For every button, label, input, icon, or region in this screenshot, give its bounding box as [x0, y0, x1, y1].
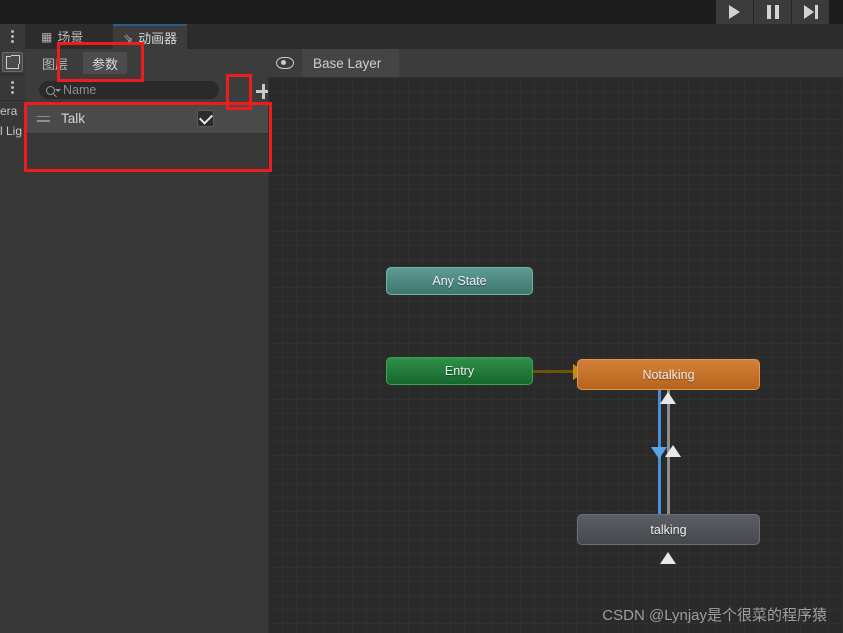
animator-subtab-bar: 图层 参数 [25, 49, 268, 77]
state-node-entry[interactable]: Entry [386, 357, 533, 385]
state-node-label: Entry [444, 364, 475, 378]
tab-scene-label: 场景 [57, 30, 84, 45]
drag-handle-icon[interactable] [37, 115, 50, 122]
play-icon [729, 5, 740, 19]
panel-menu-button-top[interactable] [0, 24, 25, 50]
breadcrumb-chevron-icon [386, 49, 400, 77]
parameter-list: Talk [25, 104, 269, 633]
window-tab-strip: ▦ 场景 ⇘ 动画器 [25, 24, 843, 49]
state-node-notalking[interactable]: Notalking [577, 359, 760, 390]
search-input[interactable]: Name [39, 81, 219, 99]
open-in-window-icon [2, 51, 23, 72]
kebab-menu-icon [11, 30, 14, 43]
animator-state-graph[interactable]: Any State Entry Notalking talking CSDN @… [268, 77, 843, 633]
animator-window: ▦ 场景 ⇘ 动画器 图层 参数 Base Layer Name Talk An… [25, 24, 843, 633]
play-button[interactable] [716, 0, 754, 24]
animator-icon: ⇘ [123, 30, 134, 45]
tab-animator[interactable]: ⇘ 动画器 [113, 24, 188, 49]
state-node-talking[interactable]: talking [577, 514, 760, 545]
parameter-bool-checkbox[interactable] [197, 110, 214, 127]
parameter-row-talk[interactable]: Talk [25, 104, 268, 134]
hierarchy-panel-sliver: era l Lig [0, 24, 26, 633]
parameter-name: Talk [61, 111, 86, 126]
step-icon [803, 5, 818, 19]
tab-parameters[interactable]: 参数 [83, 52, 128, 74]
grid-icon: ▦ [41, 29, 53, 44]
state-node-label: Notalking [642, 367, 695, 382]
state-node-any-state[interactable]: Any State [386, 267, 533, 295]
layer-visibility-toggle[interactable] [268, 49, 303, 77]
eye-icon [276, 57, 294, 69]
breadcrumb-base-layer[interactable]: Base Layer [302, 49, 400, 77]
checkmark-icon [198, 110, 213, 125]
parameter-search-row: Name [25, 77, 285, 104]
state-node-label: Any State [432, 274, 487, 288]
watermark-text: CSDN @Lynjay是个很菜的程序猿 [602, 607, 827, 624]
kebab-menu-icon [11, 81, 14, 94]
hierarchy-item-camera[interactable]: era [0, 104, 25, 118]
transition-arrow-up-icon [665, 445, 681, 457]
layer-header-bar: Base Layer [268, 49, 843, 78]
transition-arrow-up-icon-bottom [660, 552, 676, 564]
hierarchy-item-light[interactable]: l Lig [0, 124, 25, 138]
animator-window-root: era l Lig ▦ 场景 ⇘ 动画器 图层 参数 Base Layer Na… [0, 0, 843, 633]
playmode-controls [716, 0, 829, 24]
open-in-window-button[interactable] [0, 49, 25, 75]
state-node-label: talking [650, 522, 687, 537]
tab-layers-label: 图层 [42, 56, 69, 72]
panel-menu-button-bottom[interactable] [0, 75, 25, 101]
search-icon [46, 85, 61, 95]
unity-top-toolbar [0, 0, 843, 25]
pause-button[interactable] [754, 0, 792, 24]
tab-layers[interactable]: 图层 [33, 52, 77, 74]
pause-icon [766, 5, 779, 19]
search-placeholder: Name [63, 83, 97, 97]
transition-arrow-up-icon [660, 392, 676, 404]
tab-animator-label: 动画器 [138, 31, 178, 46]
step-button[interactable] [792, 0, 829, 24]
breadcrumb-label: Base Layer [313, 55, 382, 71]
tab-parameters-label: 参数 [92, 56, 119, 72]
tab-scene[interactable]: ▦ 场景 [31, 24, 93, 49]
